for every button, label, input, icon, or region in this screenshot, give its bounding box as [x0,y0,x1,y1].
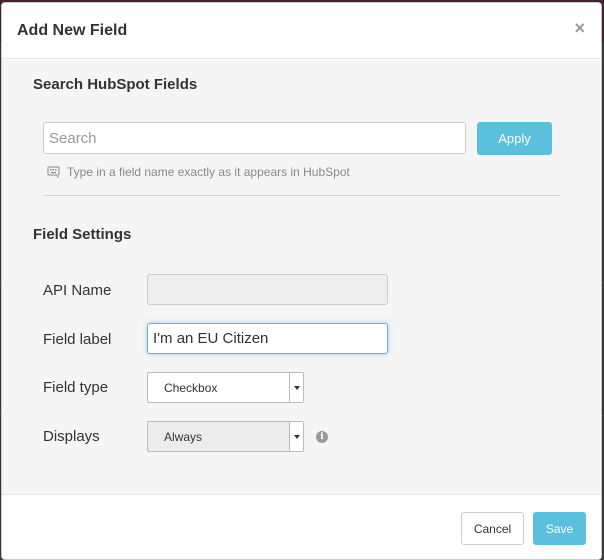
modal-header: Add New Field × [2,3,601,59]
field-type-label: Field type [43,379,109,396]
search-hint-text: Type in a field name exactly as it appea… [67,165,350,179]
field-type-dropdown-toggle[interactable] [289,373,303,402]
search-hint: Type in a field name exactly as it appea… [47,165,350,179]
close-button[interactable]: × [574,19,585,37]
displays-label: Displays [43,428,100,445]
info-icon[interactable]: i [316,431,328,443]
apply-button[interactable]: Apply [477,122,552,155]
modal-footer: Cancel Save [2,494,601,559]
displays-dropdown-toggle[interactable] [289,422,303,451]
chevron-down-icon [293,385,300,390]
field-type-value: Checkbox [164,380,218,395]
api-name-input[interactable] [147,274,388,305]
chevron-down-icon [293,434,300,439]
cancel-button[interactable]: Cancel [461,512,524,545]
field-type-select[interactable]: Checkbox [147,372,304,403]
field-label-label: Field label [43,331,112,348]
keyboard-icon [47,165,61,179]
modal-title: Add New Field [17,22,128,39]
search-input[interactable] [43,122,466,154]
section-divider [43,195,561,196]
settings-section-title: Field Settings [33,226,132,243]
add-field-modal: Add New Field × Search HubSpot Fields Ap… [1,2,602,560]
field-label-input[interactable] [147,323,388,354]
api-name-label: API Name [43,282,112,299]
displays-select[interactable]: Always [147,421,304,452]
save-button[interactable]: Save [533,512,586,545]
displays-value: Always [164,429,203,444]
modal-body: Search HubSpot Fields Apply Type in a fi… [2,60,601,494]
search-section-title: Search HubSpot Fields [33,76,198,93]
